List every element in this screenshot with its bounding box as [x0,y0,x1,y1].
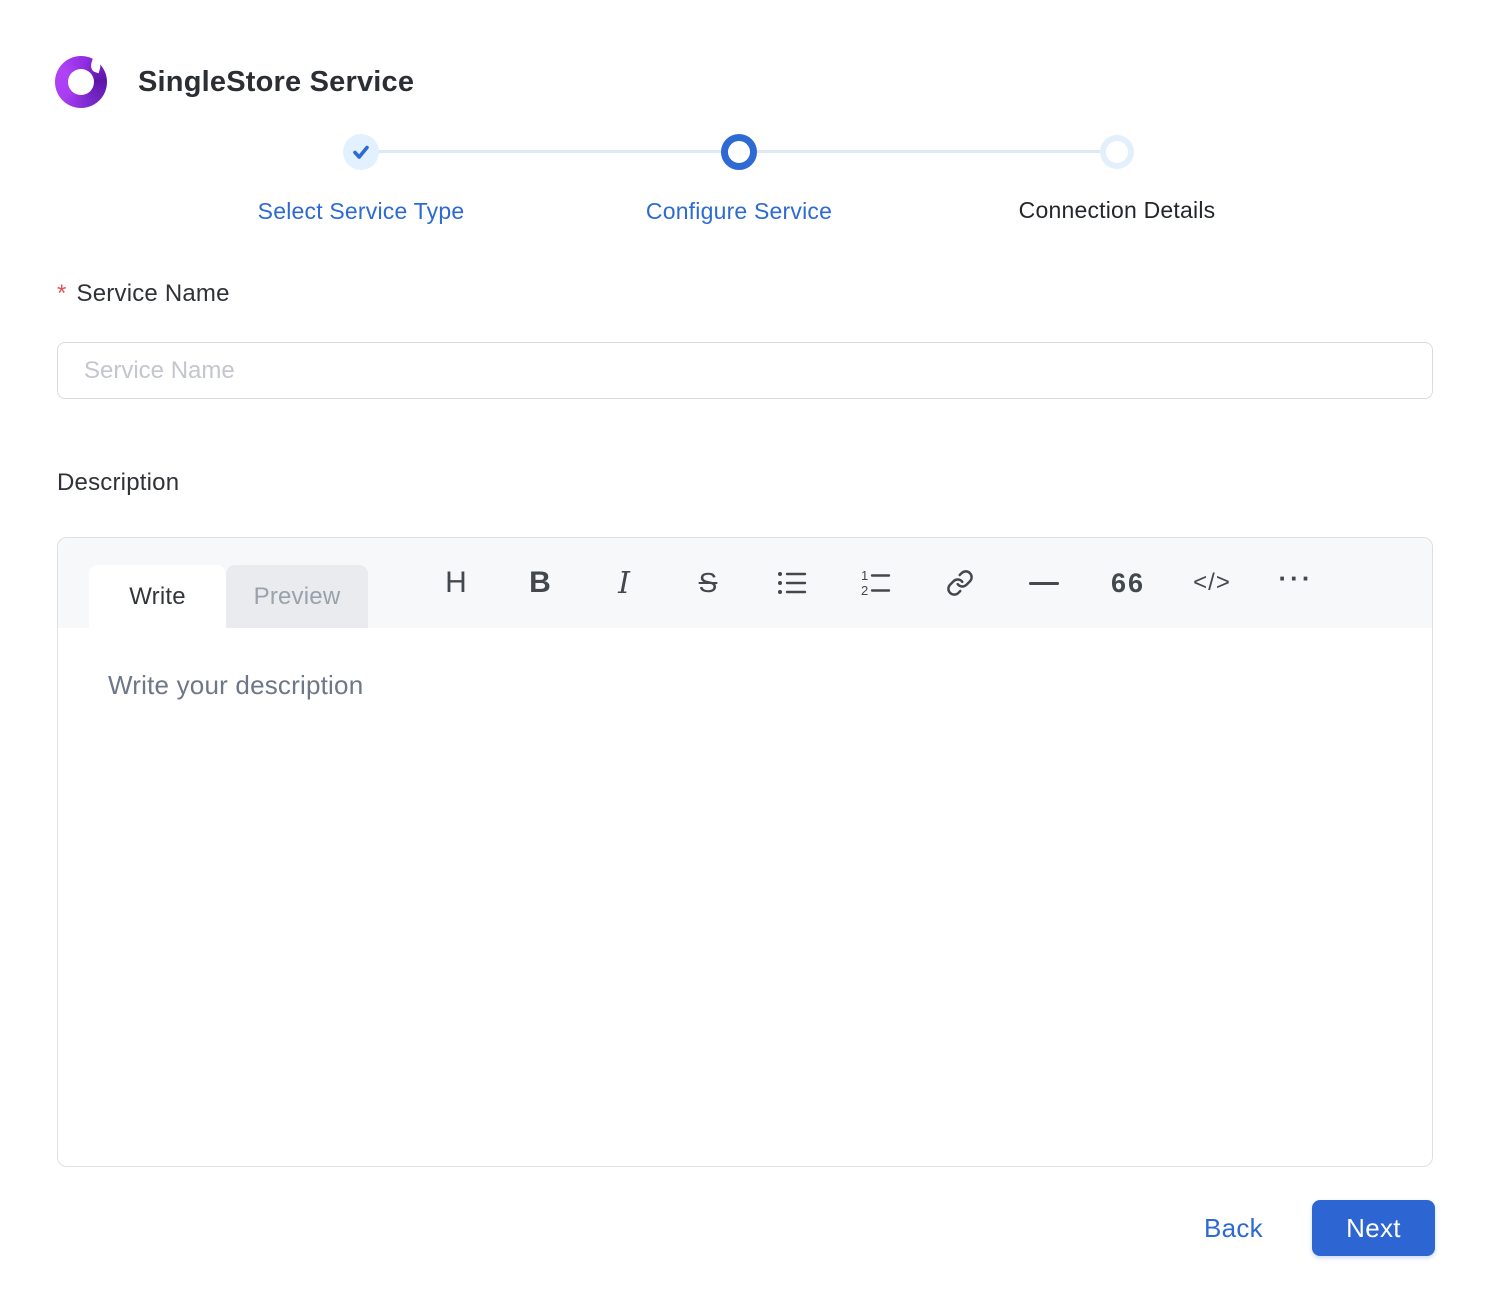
service-name-input[interactable] [57,342,1433,399]
step-active-circle [721,134,757,170]
more-icon: ··· [1279,563,1314,604]
strikethrough-button[interactable]: S [680,555,736,611]
strikethrough-icon: S [699,567,718,599]
description-textarea[interactable] [58,628,1432,1166]
service-name-label: * Service Name [57,280,1433,308]
wizard-footer: Back Next [1204,1200,1435,1256]
code-icon: </> [1193,569,1231,597]
step-label: Connection Details [927,197,1307,224]
ordered-list-button[interactable]: 1 2 [848,555,904,611]
configure-service-form: * Service Name Description Write Preview … [57,280,1433,1167]
tab-write[interactable]: Write [89,565,226,628]
link-icon [946,569,974,597]
quote-icon: 66 [1111,568,1145,599]
bold-icon: B [529,566,551,600]
heading-button[interactable]: H [428,555,484,611]
code-button[interactable]: </> [1184,555,1240,611]
service-name-label-text: Service Name [77,280,230,307]
horizontal-rule-icon [1029,582,1059,585]
step-select-service-type[interactable]: Select Service Type [171,0,551,225]
back-button[interactable]: Back [1204,1213,1263,1244]
editor-tools: H B I S [428,538,1324,628]
wizard-stepper: Select Service Type Configure Service Co… [0,0,1498,240]
svg-text:2: 2 [861,583,868,597]
step-label: Configure Service [549,198,929,225]
horizontal-rule-button[interactable] [1016,555,1072,611]
singlestore-service-wizard: SingleStore Service Select Service Type … [0,0,1498,1312]
editor-tabs: Write Preview [89,565,368,628]
unordered-list-icon [777,569,807,597]
tab-preview[interactable]: Preview [226,565,368,628]
editor-toolbar: Write Preview H B I S [58,538,1432,628]
ordered-list-icon: 1 2 [861,569,891,597]
step-upcoming-circle [1100,135,1134,169]
step-completed-circle [343,134,379,170]
description-editor: Write Preview H B I S [57,537,1433,1167]
step-connection-details[interactable]: Connection Details [927,0,1307,224]
description-label: Description [57,469,1433,497]
required-asterisk: * [57,280,67,307]
svg-text:1: 1 [861,569,868,583]
italic-icon: I [618,566,630,601]
singlestore-logo-icon [55,56,107,108]
quote-button[interactable]: 66 [1100,555,1156,611]
step-label: Select Service Type [171,198,551,225]
italic-button[interactable]: I [596,555,652,611]
bold-button[interactable]: B [512,555,568,611]
heading-icon: H [445,566,467,600]
more-button[interactable]: ··· [1268,555,1324,611]
unordered-list-button[interactable] [764,555,820,611]
step-configure-service[interactable]: Configure Service [549,0,929,225]
link-button[interactable] [932,555,988,611]
editor-write-area [58,628,1432,1166]
check-icon [351,142,371,162]
next-button[interactable]: Next [1312,1200,1435,1256]
